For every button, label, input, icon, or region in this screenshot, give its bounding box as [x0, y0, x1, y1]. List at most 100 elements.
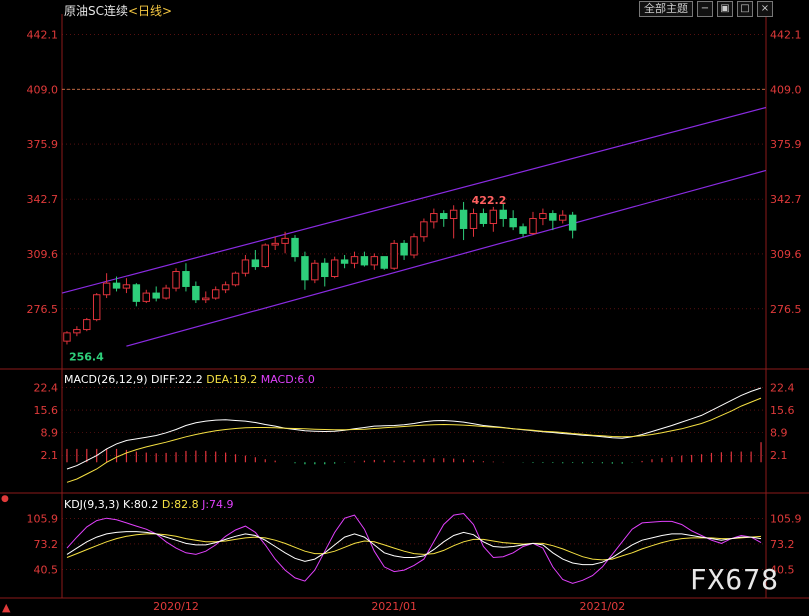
candle-body — [142, 292, 151, 302]
d-value: D:82.8 — [161, 498, 199, 511]
candle-body — [559, 214, 567, 221]
candle-body — [63, 332, 71, 342]
candle-body — [410, 236, 418, 256]
image-icon[interactable]: ▣ — [717, 1, 733, 17]
time-tick-label: 2020/12 — [153, 600, 199, 613]
scroll-up-icon[interactable]: ▲ — [2, 601, 10, 614]
dea-line — [66, 397, 762, 483]
candle-body — [83, 319, 91, 331]
price-tick-right: 342.7 — [770, 193, 802, 206]
candle-body — [479, 213, 488, 224]
candle-body — [321, 262, 329, 278]
kdj-tick-left: 105.9 — [27, 512, 59, 525]
macd-tick-right: 2.1 — [770, 449, 788, 462]
channel-lower-line — [126, 169, 767, 347]
kdj-label: KDJ(9,3,3) — [64, 498, 120, 511]
candle-body — [271, 242, 279, 246]
diff-line — [66, 387, 762, 470]
k-value: K:80.2 — [123, 498, 159, 511]
candle-body — [469, 213, 478, 229]
panel-dot-icon: ● — [1, 494, 9, 504]
macd-tick-left: 8.9 — [41, 426, 59, 439]
candle-body — [489, 209, 498, 224]
candle-body — [231, 272, 240, 286]
candle-body — [162, 287, 170, 299]
candle-body — [449, 209, 458, 220]
minus-box-icon[interactable]: − — [697, 1, 713, 17]
kdj-legend: KDJ(9,3,3) K:80.2 D:82.8 J:74.9 — [64, 498, 234, 511]
price-tick-right: 375.9 — [770, 138, 802, 151]
low-annotation: 256.4 — [69, 350, 104, 363]
j-value: J:74.9 — [202, 498, 234, 511]
theme-button[interactable]: 全部主题 — [639, 1, 693, 17]
period-selector[interactable]: <日线> — [128, 4, 172, 18]
macd-tick-left: 2.1 — [41, 449, 59, 462]
candle-body — [430, 213, 438, 223]
candle-body — [122, 284, 131, 289]
candle-body — [459, 209, 468, 229]
candle-body — [192, 285, 200, 301]
candle-body — [112, 282, 121, 289]
price-tick-right: 276.5 — [770, 303, 802, 316]
time-tick-label: 2021/02 — [580, 600, 626, 613]
candle-body — [340, 259, 349, 264]
price-tick-left: 309.6 — [27, 248, 59, 261]
kdj-tick-right: 105.9 — [770, 512, 802, 525]
candle-body — [549, 213, 557, 221]
j-line — [66, 512, 762, 584]
candle-body — [370, 256, 379, 266]
candle-body — [172, 271, 180, 289]
instrument-name: 原油SC连续 — [64, 4, 128, 18]
candle-body — [519, 226, 527, 234]
channel-upper-line — [61, 106, 767, 294]
chart-canvas[interactable]: 442.1 442.1 409.0 409.0 375.9 375.9 342.7 342.7… — [0, 0, 809, 616]
macd-tick-left: 22.4 — [34, 381, 59, 394]
candle-body — [350, 256, 359, 264]
candle-body — [390, 242, 398, 269]
candle-body — [440, 213, 448, 220]
candle-body — [251, 259, 260, 268]
candle-body — [420, 221, 428, 238]
macd-tick-left: 15.6 — [34, 404, 59, 417]
macd-tick-right: 15.6 — [770, 404, 795, 417]
top-toolbar: 全部主题 − ▣ □ × — [639, 1, 773, 17]
k-line — [66, 531, 762, 566]
candle-body — [92, 294, 101, 321]
price-tick-left: 375.9 — [27, 138, 59, 151]
candle-body — [202, 297, 210, 301]
candle-body — [182, 271, 190, 287]
macd-label: MACD(26,12,9) — [64, 373, 148, 386]
kdj-tick-right: 73.2 — [770, 538, 795, 551]
macd-tick-right: 8.9 — [770, 426, 788, 439]
price-tick-left: 276.5 — [27, 303, 59, 316]
candle-body — [301, 256, 309, 281]
candle-body — [499, 209, 507, 220]
macd-legend: MACD(26,12,9) DIFF:22.2 DEA:19.2 MACD:6.… — [64, 373, 315, 386]
candle-body — [221, 284, 230, 291]
kdj-tick-left: 73.2 — [34, 538, 59, 551]
close-icon[interactable]: × — [757, 1, 773, 17]
macd-tick-right: 22.4 — [770, 381, 795, 394]
candle-body — [330, 259, 339, 278]
watermark: FX678 — [689, 563, 779, 596]
candle-body — [73, 329, 81, 334]
high-annotation: 422.2 — [472, 194, 507, 207]
candle-body — [529, 218, 537, 234]
kdj-tick-left: 40.5 — [34, 564, 59, 577]
macd-value: MACD:6.0 — [260, 373, 315, 386]
price-tick-left: 409.0 — [27, 83, 59, 96]
candle-body — [509, 218, 517, 228]
maximize-icon[interactable]: □ — [737, 1, 753, 17]
candle-body — [211, 289, 220, 299]
candle-body — [380, 256, 388, 269]
candle-body — [261, 244, 269, 268]
candle-body — [568, 214, 577, 231]
price-tick-left: 442.1 — [27, 28, 59, 41]
candle-body — [102, 282, 111, 296]
diff-value: DIFF:22.2 — [151, 373, 203, 386]
candle-body — [360, 256, 369, 266]
candle-body — [539, 213, 547, 220]
price-tick-right: 309.6 — [770, 248, 802, 261]
price-tick-right: 442.1 — [770, 28, 802, 41]
candle-body — [152, 292, 160, 299]
